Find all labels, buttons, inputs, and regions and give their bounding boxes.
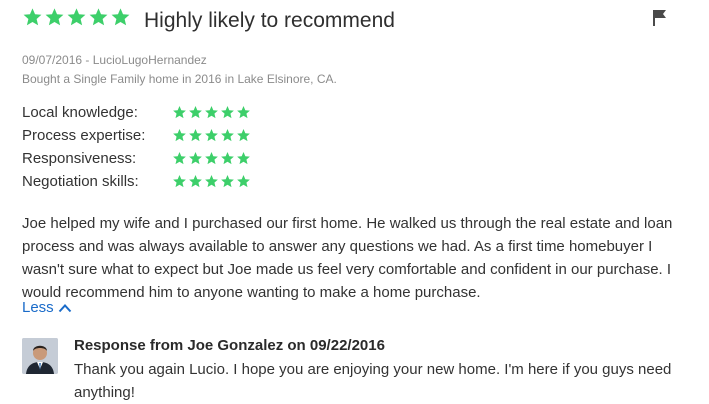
review-header: Highly likely to recommend [22, 6, 686, 36]
star-icon [205, 106, 218, 119]
star-icon [221, 106, 234, 119]
star-icon [23, 8, 42, 26]
star-icon [221, 175, 234, 188]
review-body: Joe helped my wife and I purchased our f… [22, 215, 673, 301]
overall-rating-stars [22, 7, 131, 28]
star-icon [89, 8, 108, 26]
agent-response: Response from Joe Gonzalez on 09/22/2016… [22, 336, 687, 402]
star-icon [221, 152, 234, 165]
star-icon [173, 106, 186, 119]
star-icon [45, 8, 64, 26]
star-icon [221, 129, 234, 142]
star-icon [237, 152, 250, 165]
rating-stars [172, 105, 251, 120]
star-icon [67, 8, 86, 26]
star-icon [205, 175, 218, 188]
review-date-author: 09/07/2016 - LucioLugoHernandez [22, 53, 207, 67]
avatar [22, 338, 58, 374]
rating-stars [172, 151, 251, 166]
flag-icon[interactable] [652, 9, 668, 27]
chevron-up-icon [58, 303, 71, 312]
response-title: Response from Joe Gonzalez on 09/22/2016 [74, 337, 385, 354]
review-headline: Highly likely to recommend [144, 9, 395, 32]
rating-stars [172, 174, 251, 189]
star-icon [173, 152, 186, 165]
rating-stars [172, 128, 251, 143]
rating-row-negotiation-skills: Negotiation skills: [22, 173, 282, 196]
star-icon [205, 129, 218, 142]
star-icon [189, 129, 202, 142]
rating-label: Local knowledge: [22, 104, 138, 121]
less-button[interactable]: Less [22, 299, 72, 316]
star-icon [237, 175, 250, 188]
star-icon [173, 175, 186, 188]
less-label: Less [22, 299, 54, 316]
rating-row-local-knowledge: Local knowledge: [22, 104, 282, 127]
star-icon [111, 8, 130, 26]
review-transaction: Bought a Single Family home in 2016 in L… [22, 72, 337, 86]
star-icon [173, 129, 186, 142]
star-icon [237, 129, 250, 142]
rating-label: Responsiveness: [22, 150, 137, 167]
star-icon [189, 152, 202, 165]
star-icon [205, 152, 218, 165]
rating-label: Process expertise: [22, 127, 146, 144]
star-icon [189, 106, 202, 119]
rating-label: Negotiation skills: [22, 173, 139, 190]
star-icon [237, 106, 250, 119]
rating-row-process-expertise: Process expertise: [22, 127, 282, 150]
rating-row-responsiveness: Responsiveness: [22, 150, 282, 173]
sub-ratings: Local knowledge: Process expertise: Resp… [22, 104, 282, 196]
star-icon [189, 175, 202, 188]
response-body: Thank you again Lucio. I hope you are en… [74, 361, 672, 401]
